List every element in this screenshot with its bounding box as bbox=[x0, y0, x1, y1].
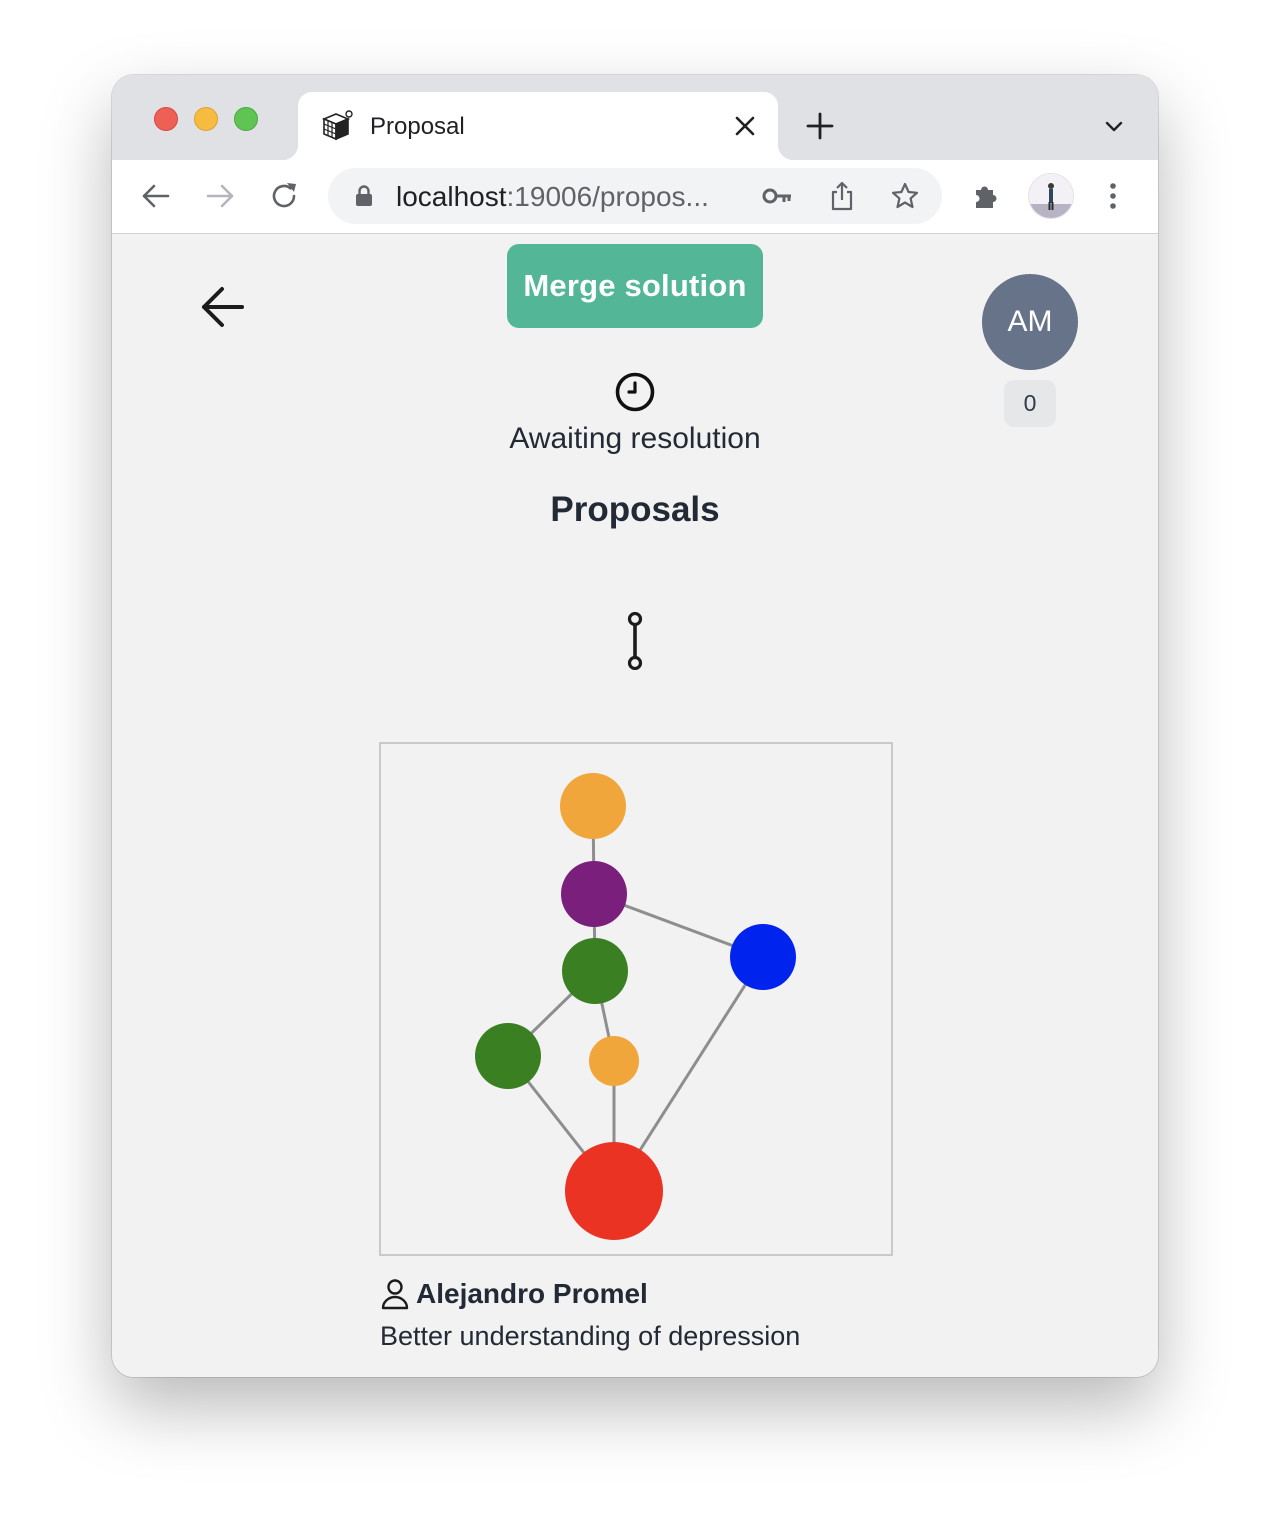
link-icon[interactable] bbox=[620, 612, 650, 670]
menu-kebab-icon[interactable] bbox=[1097, 180, 1129, 212]
url-path: :19006/propos... bbox=[506, 181, 709, 212]
extensions-puzzle-icon[interactable] bbox=[970, 180, 1002, 212]
back-icon[interactable] bbox=[140, 180, 172, 212]
user-avatar[interactable]: AM bbox=[982, 274, 1078, 370]
graph-node[interactable] bbox=[475, 1023, 541, 1089]
close-window-button[interactable] bbox=[154, 107, 178, 131]
tab-title: Proposal bbox=[370, 113, 465, 140]
share-icon[interactable] bbox=[828, 180, 856, 212]
browser-toolbar: localhost:19006/propos... bbox=[112, 160, 1158, 234]
user-icon bbox=[381, 1279, 409, 1310]
graph-node[interactable] bbox=[730, 924, 796, 990]
minimize-window-button[interactable] bbox=[194, 107, 218, 131]
lock-icon bbox=[356, 185, 372, 206]
author-row: Alejandro Promel bbox=[380, 1274, 648, 1314]
url-text: localhost:19006/propos... bbox=[396, 181, 709, 213]
cube-favicon-icon bbox=[321, 110, 353, 141]
author-name[interactable]: Alejandro Promel bbox=[416, 1278, 648, 1310]
page-content: Merge solution AM 0 Awaiting resolution … bbox=[112, 234, 1158, 1377]
graph-node[interactable] bbox=[562, 938, 628, 1004]
status-text: Awaiting resolution bbox=[509, 422, 761, 455]
graph-node[interactable] bbox=[561, 861, 627, 927]
graph-node[interactable] bbox=[589, 1036, 639, 1086]
address-bar[interactable]: localhost:19006/propos... bbox=[328, 168, 942, 224]
browser-window: Proposal localhost:19006/propos... Merge… bbox=[112, 75, 1158, 1377]
close-tab-icon[interactable] bbox=[732, 113, 758, 139]
url-host: localhost bbox=[396, 181, 507, 212]
key-icon[interactable] bbox=[762, 184, 794, 208]
profile-avatar[interactable] bbox=[1029, 174, 1073, 218]
tab-strip: Proposal bbox=[112, 75, 1158, 160]
graph-node[interactable] bbox=[565, 1142, 663, 1240]
back-arrow-icon[interactable] bbox=[198, 282, 248, 332]
graph-node[interactable] bbox=[560, 773, 626, 839]
proposal-graph[interactable] bbox=[379, 742, 893, 1256]
merge-solution-button[interactable]: Merge solution bbox=[507, 244, 763, 328]
new-tab-icon[interactable] bbox=[805, 111, 835, 141]
proposal-description[interactable]: Better understanding of depression bbox=[380, 1321, 800, 1352]
count-badge: 0 bbox=[1004, 380, 1056, 427]
reload-icon[interactable] bbox=[268, 180, 300, 212]
tab-proposal[interactable]: Proposal bbox=[282, 92, 794, 160]
profile-photo-icon bbox=[1029, 174, 1073, 218]
clock-icon bbox=[615, 372, 655, 412]
forward-icon[interactable] bbox=[204, 180, 236, 212]
graph-canvas bbox=[475, 773, 796, 1240]
bookmark-star-icon[interactable] bbox=[890, 181, 920, 211]
section-title: Proposals bbox=[550, 490, 720, 529]
maximize-window-button[interactable] bbox=[234, 107, 258, 131]
chevron-down-icon[interactable] bbox=[1102, 115, 1126, 139]
